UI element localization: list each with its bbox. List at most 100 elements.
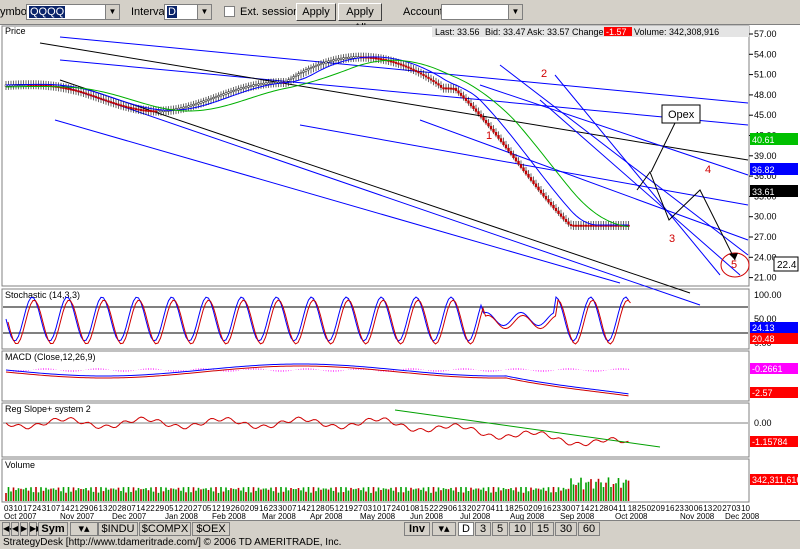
price-candle: [314, 64, 318, 67]
price-candle: [182, 106, 185, 109]
inv-tab[interactable]: Inv: [404, 522, 430, 536]
tab-interval-60[interactable]: 60: [578, 522, 600, 536]
price-candle: [129, 107, 133, 109]
ext-session-checkbox[interactable]: [224, 6, 235, 17]
volume-bar: [215, 487, 217, 501]
tab-symbol-compx[interactable]: $COMPX: [139, 522, 191, 536]
price-candle: [247, 85, 250, 88]
volume-badge-text: 342,311,616: [752, 475, 800, 485]
price-candle: [389, 60, 393, 63]
volume-bar: [615, 483, 617, 501]
price-candle: [139, 109, 143, 111]
volume-bar: [142, 488, 145, 501]
volume-bar: [557, 487, 560, 501]
scroll-next-icon[interactable]: ▶: [20, 522, 28, 536]
month-label: Jan 2008: [165, 512, 198, 520]
regslope-panel[interactable]: [1, 402, 750, 458]
volume-bar: [87, 490, 90, 501]
annotation-5: 5: [731, 259, 737, 271]
macd-title: MACD (Close,12,26,9): [5, 352, 96, 362]
macd-magenta-badge-text: -0.2661: [752, 364, 783, 374]
volume-bar: [195, 490, 197, 501]
price-candle: [262, 82, 265, 85]
volume-bar: [217, 492, 220, 501]
volume-bar: [160, 487, 162, 501]
volume-bar: [547, 487, 550, 501]
volume-bar: [265, 488, 267, 501]
price-candle: [542, 192, 545, 197]
scroll-prev-icon[interactable]: ◀: [11, 522, 19, 536]
volume-bar: [32, 492, 35, 501]
symbol-combobox[interactable]: QQQQ ▼: [26, 4, 120, 20]
price-candle: [347, 56, 350, 59]
date-tick-label: 14: [297, 504, 306, 513]
price-candle: [312, 66, 315, 68]
price-candle: [559, 213, 563, 217]
tab-interval-3[interactable]: 3: [475, 522, 491, 536]
scroll-first-icon[interactable]: ◀◀: [2, 522, 15, 536]
account-combobox[interactable]: ▼: [441, 4, 523, 20]
volume-bar: [467, 490, 470, 501]
symbol-value: QQQQ: [29, 6, 66, 18]
date-tick-label: 16: [666, 504, 675, 513]
volume-bar: [62, 487, 65, 501]
volume-bar: [77, 488, 80, 501]
chevron-down-icon[interactable]: ▼: [105, 5, 119, 19]
tab-symbol-oex[interactable]: $OEX: [192, 522, 230, 536]
price-candle: [294, 74, 298, 77]
price-candle: [554, 207, 558, 212]
price-candle: [224, 92, 228, 95]
price-candle: [84, 92, 88, 95]
quote-ask: Ask: 33.57: [527, 27, 570, 37]
price-candle: [237, 88, 240, 91]
tab-interval-5[interactable]: 5: [492, 522, 508, 536]
chart-area[interactable]: Price Stochastic (14,3,3) MACD (Close,12…: [0, 25, 800, 521]
price-candle: [374, 57, 378, 60]
volume-bar: [440, 490, 442, 501]
sym-tab[interactable]: Sym: [38, 522, 68, 536]
chevron-down-icon[interactable]: ▼: [197, 5, 211, 19]
inv-list-toggle[interactable]: ▾▴: [432, 522, 456, 536]
price-candle: [472, 105, 475, 109]
price-candle: [372, 57, 375, 60]
price-candle: [304, 69, 308, 72]
date-tick-label: 02: [647, 504, 656, 513]
price-candle: [82, 91, 85, 94]
price-candle: [269, 82, 273, 85]
volume-bar: [602, 487, 605, 501]
apply-button[interactable]: Apply: [296, 3, 336, 21]
volume-bar: [515, 487, 517, 501]
volume-title: Volume: [5, 460, 35, 470]
price-candle: [459, 92, 463, 96]
price-candle: [427, 76, 430, 79]
tab-interval-d[interactable]: D: [458, 522, 474, 536]
date-tick-label: 29: [155, 504, 164, 513]
volume-bar: [550, 492, 552, 501]
sym-list-toggle[interactable]: ▾▴: [70, 522, 98, 536]
bottom-tabbar: ◀◀ ◀ ▶ ▶▶ Sym ▾▴ $INDU $COMPX $OEX Inv ▾…: [0, 520, 800, 537]
volume-bar: [147, 490, 150, 501]
price-candle: [402, 64, 405, 67]
price-tick-label: 30.00: [754, 212, 777, 222]
chevron-down-icon[interactable]: ▼: [508, 5, 522, 19]
volume-bar: [487, 487, 490, 501]
tab-interval-15[interactable]: 15: [532, 522, 554, 536]
price-candle: [534, 183, 538, 188]
volume-bar: [365, 491, 367, 501]
volume-bar: [207, 489, 210, 501]
price-candle: [467, 100, 470, 104]
price-candle: [94, 96, 98, 98]
price-candle: [289, 77, 293, 80]
tab-symbol-indu[interactable]: $INDU: [98, 522, 138, 536]
price-candle: [309, 67, 313, 70]
tab-interval-10[interactable]: 10: [509, 522, 531, 536]
volume-bar: [387, 489, 390, 501]
price-candle: [567, 221, 570, 225]
volume-bar: [595, 481, 597, 501]
apply-all-button[interactable]: Apply All: [338, 3, 382, 34]
interval-combobox[interactable]: D ▼: [164, 4, 212, 20]
scroll-last-icon[interactable]: ▶▶: [29, 522, 42, 536]
price-candle: [502, 141, 505, 146]
volume-bar: [345, 487, 347, 501]
tab-interval-30[interactable]: 30: [555, 522, 577, 536]
